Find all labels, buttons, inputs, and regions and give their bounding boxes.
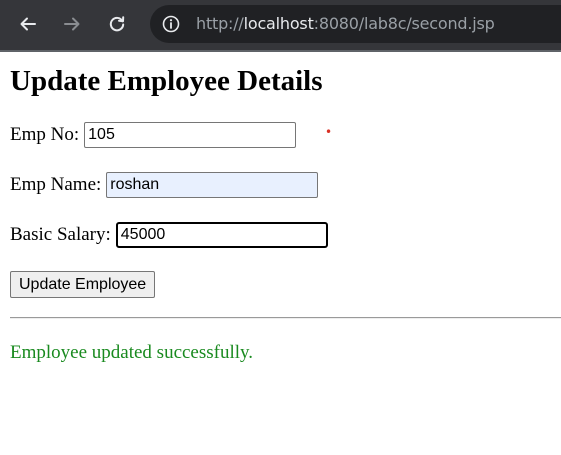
- site-info-button[interactable]: [160, 13, 182, 35]
- emp-name-row: Emp Name:: [10, 172, 319, 198]
- forward-button[interactable]: [59, 11, 85, 37]
- salary-label: Basic Salary:: [10, 224, 111, 245]
- status-message: Employee updated successfully.: [10, 342, 254, 363]
- emp-no-row: Emp No:: [10, 122, 297, 148]
- arrow-left-icon: [20, 17, 36, 31]
- info-icon: [162, 15, 180, 33]
- browser-toolbar: http://localhost:8080/lab8c/second.jsp: [0, 0, 561, 52]
- salary-input[interactable]: [115, 222, 328, 248]
- page-title: Update Employee Details: [10, 65, 323, 97]
- url-text[interactable]: http://localhost:8080/lab8c/second.jsp: [196, 13, 495, 35]
- url-host: localhost: [243, 14, 314, 33]
- url-path: :8080/lab8c/second.jsp: [313, 14, 495, 33]
- url-prefix: http://: [196, 14, 244, 33]
- update-employee-button[interactable]: Update Employee: [10, 271, 156, 298]
- required-marker: •: [325, 125, 333, 139]
- arrow-right-icon: [64, 17, 80, 31]
- page-content: Update Employee Details Emp No: • Emp Na…: [0, 52, 561, 455]
- reload-button[interactable]: [104, 11, 130, 37]
- emp-name-label: Emp Name:: [10, 174, 102, 195]
- salary-row: Basic Salary:: [10, 222, 328, 248]
- emp-name-input[interactable]: [106, 172, 319, 198]
- reload-icon: [109, 16, 125, 32]
- emp-no-input[interactable]: [84, 122, 297, 148]
- emp-no-label: Emp No:: [10, 124, 80, 145]
- back-button[interactable]: [15, 11, 41, 37]
- divider: [10, 317, 561, 319]
